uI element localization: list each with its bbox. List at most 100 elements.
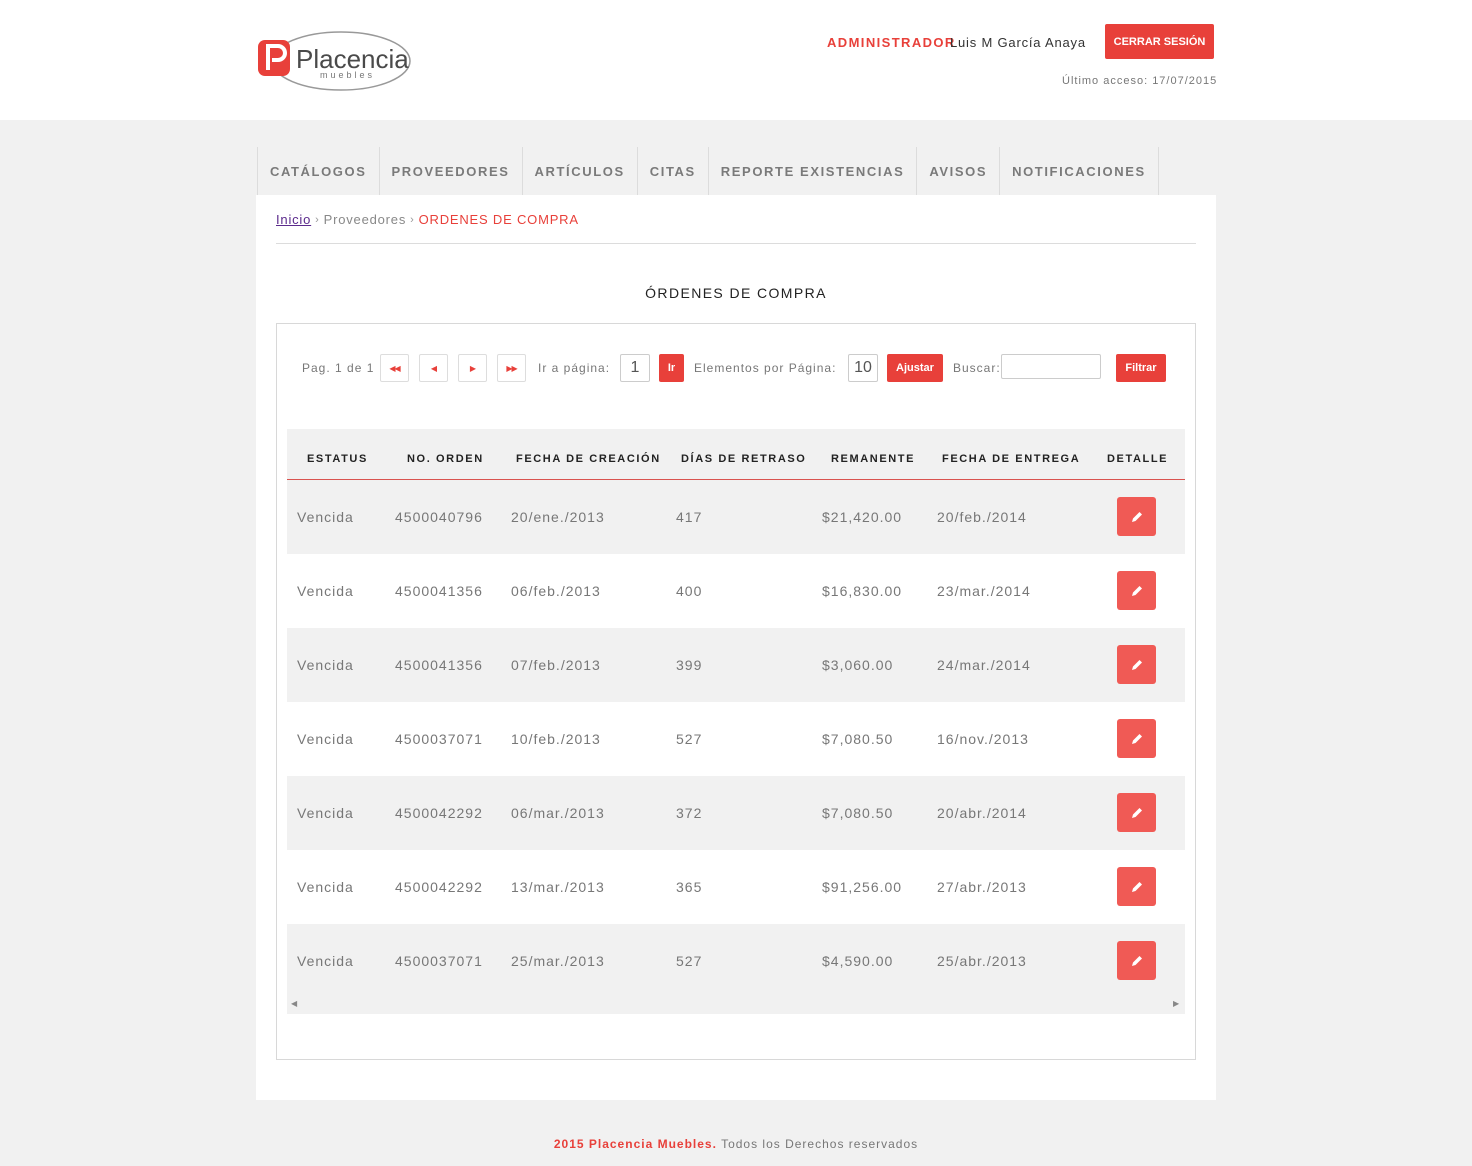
logo-subtext: muebles: [320, 70, 376, 80]
orders-container: Pag. 1 de 1 ◀◀ ◀ ▶ ▶▶ Ir a página: 1 Ir …: [276, 323, 1196, 1060]
goto-page-label: Ir a página:: [538, 361, 611, 375]
last-page-button[interactable]: ▶▶: [497, 354, 526, 382]
footer-copyright: Todos los Derechos reservados: [721, 1137, 919, 1151]
cell-remanente: $4,590.00: [822, 953, 894, 969]
cell-retraso: 527: [676, 953, 703, 969]
cell-creacion: 20/ene./2013: [511, 509, 605, 525]
per-page-input[interactable]: 10: [848, 354, 878, 382]
column-header[interactable]: DÍAS DE RETRASO: [681, 453, 806, 465]
cell-orden: 4500042292: [395, 879, 483, 895]
table-row: Vencida 4500042292 13/mar./2013 365 $91,…: [287, 850, 1185, 924]
cell-entrega: 27/abr./2013: [937, 879, 1027, 895]
breadcrumb-current: ORDENES DE COMPRA: [418, 212, 579, 227]
first-page-button[interactable]: ◀◀: [380, 354, 409, 382]
nav-item-catalogos[interactable]: CATÁLOGOS: [257, 147, 379, 195]
table-row: Vencida 4500041356 06/feb./2013 400 $16,…: [287, 554, 1185, 628]
main-panel: Inicio › Proveedores › ORDENES DE COMPRA…: [256, 195, 1216, 1100]
nav-item-reporte-existencias[interactable]: REPORTE EXISTENCIAS: [707, 147, 917, 195]
pencil-icon: [1131, 585, 1142, 596]
prev-page-icon: ◀: [430, 363, 437, 373]
breadcrumb-separator-icon: ›: [410, 213, 415, 226]
user-name: Luis M García Anaya: [950, 35, 1086, 50]
nav-item-proveedores[interactable]: PROVEEDORES: [378, 147, 522, 195]
cell-estatus: Vencida: [297, 731, 354, 747]
cell-remanente: $91,256.00: [822, 879, 903, 895]
cell-orden: 4500041356: [395, 657, 483, 673]
adjust-button[interactable]: Ajustar: [887, 354, 943, 382]
detail-edit-button[interactable]: [1117, 793, 1156, 832]
table-header: ESTATUS NO. ORDEN FECHA DE CREACIÓN DÍAS…: [287, 429, 1185, 480]
breadcrumb-home-link[interactable]: Inicio: [276, 212, 311, 227]
first-page-icon: ◀◀: [389, 363, 400, 373]
table-row: Vencida 4500037071 25/mar./2013 527 $4,5…: [287, 924, 1185, 998]
pencil-icon: [1131, 511, 1142, 522]
main-nav: CATÁLOGOS PROVEEDORES ARTÍCULOS CITAS RE…: [257, 147, 1159, 195]
next-page-button[interactable]: ▶: [458, 354, 487, 382]
cell-entrega: 20/feb./2014: [937, 509, 1027, 525]
pencil-icon: [1131, 955, 1142, 966]
column-header[interactable]: FECHA DE CREACIÓN: [516, 453, 661, 465]
column-header[interactable]: ESTATUS: [307, 453, 368, 465]
table-row: Vencida 4500040796 20/ene./2013 417 $21,…: [287, 480, 1185, 554]
cell-estatus: Vencida: [297, 805, 354, 821]
nav-item-citas[interactable]: CITAS: [636, 147, 708, 195]
column-header[interactable]: FECHA DE ENTREGA: [942, 453, 1080, 465]
cell-entrega: 24/mar./2014: [937, 657, 1031, 673]
cell-creacion: 06/feb./2013: [511, 583, 601, 599]
cell-entrega: 16/nov./2013: [937, 731, 1029, 747]
cell-remanente: $7,080.50: [822, 731, 894, 747]
cell-remanente: $3,060.00: [822, 657, 894, 673]
cell-orden: 4500042292: [395, 805, 483, 821]
column-header[interactable]: NO. ORDEN: [407, 453, 484, 465]
per-page-label: Elementos por Página:: [694, 361, 837, 375]
orders-table: ESTATUS NO. ORDEN FECHA DE CREACIÓN DÍAS…: [287, 429, 1185, 1014]
column-header[interactable]: DETALLE: [1107, 453, 1168, 465]
divider: [276, 243, 1196, 244]
scroll-right-icon[interactable]: ▶: [1173, 999, 1179, 1008]
search-label: Buscar:: [953, 361, 1001, 375]
cell-remanente: $7,080.50: [822, 805, 894, 821]
cell-retraso: 399: [676, 657, 703, 673]
detail-edit-button[interactable]: [1117, 645, 1156, 684]
cell-creacion: 10/feb./2013: [511, 731, 601, 747]
horizontal-scrollbar[interactable]: ◀ ▶: [287, 994, 1185, 1014]
pencil-icon: [1131, 807, 1142, 818]
breadcrumb: Inicio › Proveedores › ORDENES DE COMPRA: [276, 212, 579, 227]
cell-orden: 4500037071: [395, 953, 483, 969]
cell-entrega: 25/abr./2013: [937, 953, 1027, 969]
cell-creacion: 25/mar./2013: [511, 953, 605, 969]
table-row: Vencida 4500042292 06/mar./2013 372 $7,0…: [287, 776, 1185, 850]
logout-button[interactable]: CERRAR SESIÓN: [1105, 24, 1214, 59]
search-input[interactable]: [1001, 354, 1101, 379]
cell-remanente: $21,420.00: [822, 509, 903, 525]
nav-item-notificaciones[interactable]: NOTIFICACIONES: [999, 147, 1159, 195]
pencil-icon: [1131, 881, 1142, 892]
pencil-icon: [1131, 733, 1142, 744]
cell-estatus: Vencida: [297, 879, 354, 895]
cell-entrega: 20/abr./2014: [937, 805, 1027, 821]
table-row: Vencida 4500041356 07/feb./2013 399 $3,0…: [287, 628, 1185, 702]
column-header[interactable]: REMANENTE: [831, 453, 915, 465]
cell-estatus: Vencida: [297, 657, 354, 673]
next-page-icon: ▶: [469, 363, 476, 373]
detail-edit-button[interactable]: [1117, 719, 1156, 758]
footer: 2015 Placencia Muebles. Todos los Derech…: [0, 1137, 1472, 1151]
cell-retraso: 372: [676, 805, 703, 821]
scroll-left-icon[interactable]: ◀: [291, 999, 297, 1008]
cell-retraso: 417: [676, 509, 703, 525]
cell-orden: 4500040796: [395, 509, 483, 525]
nav-item-avisos[interactable]: AVISOS: [916, 147, 999, 195]
detail-edit-button[interactable]: [1117, 497, 1156, 536]
cell-creacion: 07/feb./2013: [511, 657, 601, 673]
nav-item-articulos[interactable]: ARTÍCULOS: [521, 147, 637, 195]
filter-button[interactable]: Filtrar: [1116, 354, 1166, 382]
detail-edit-button[interactable]: [1117, 867, 1156, 906]
footer-brand: 2015 Placencia Muebles.: [553, 1137, 717, 1151]
detail-edit-button[interactable]: [1117, 941, 1156, 980]
prev-page-button[interactable]: ◀: [419, 354, 448, 382]
detail-edit-button[interactable]: [1117, 571, 1156, 610]
table-row: Vencida 4500037071 10/feb./2013 527 $7,0…: [287, 702, 1185, 776]
goto-page-input[interactable]: 1: [620, 354, 650, 382]
goto-page-button[interactable]: Ir: [659, 354, 684, 382]
page-title: ÓRDENES DE COMPRA: [645, 285, 827, 301]
